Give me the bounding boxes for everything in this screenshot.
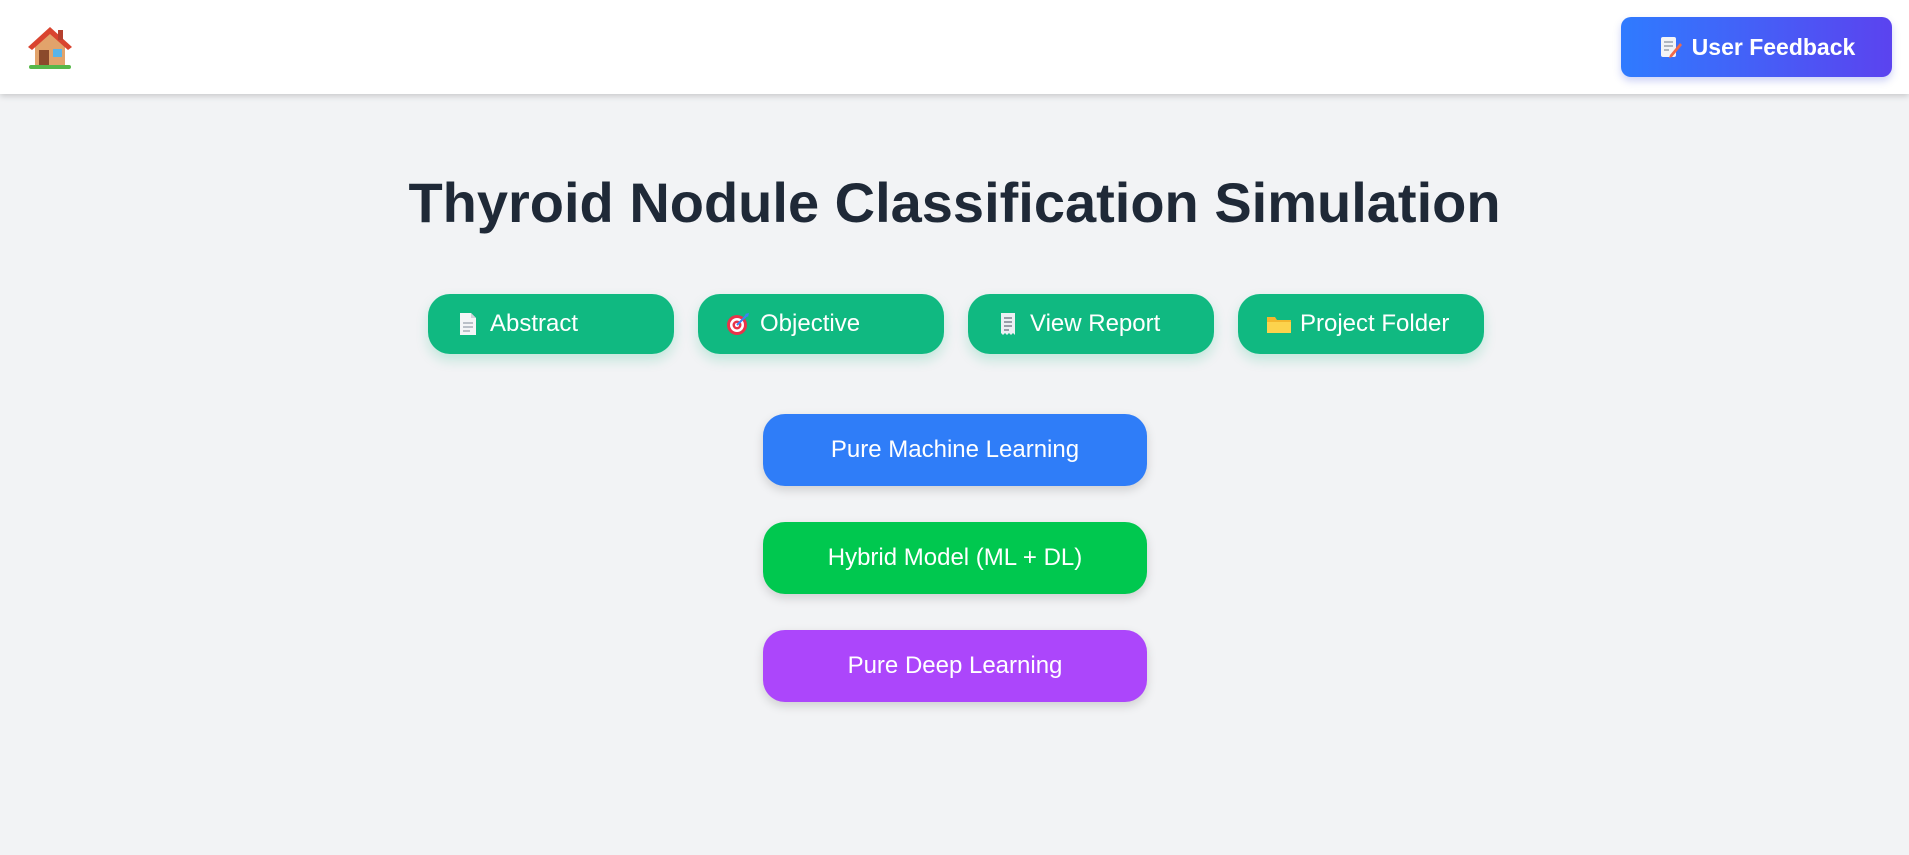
page-title: Thyroid Nodule Classification Simulation	[408, 171, 1501, 234]
house-icon[interactable]	[27, 24, 73, 70]
objective-label: Objective	[760, 310, 861, 337]
folder-icon	[1266, 312, 1291, 336]
nav-button-row: Abstract Objective View Report Project F…	[428, 294, 1484, 354]
receipt-icon	[996, 312, 1020, 336]
pure-deep-learning-button[interactable]: Pure Deep Learning	[763, 630, 1147, 702]
target-icon	[726, 312, 750, 336]
view-report-button[interactable]: View Report	[968, 294, 1214, 354]
user-feedback-button[interactable]: User Feedback	[1621, 17, 1892, 77]
document-icon	[456, 312, 480, 336]
project-folder-label: Project Folder	[1300, 310, 1450, 337]
objective-button[interactable]: Objective	[698, 294, 944, 354]
abstract-label: Abstract	[490, 310, 579, 337]
pure-machine-learning-button[interactable]: Pure Machine Learning	[763, 414, 1147, 486]
top-bar: User Feedback	[0, 0, 1909, 94]
abstract-button[interactable]: Abstract	[428, 294, 674, 354]
project-folder-button[interactable]: Project Folder	[1238, 294, 1484, 354]
memo-pencil-icon	[1658, 35, 1682, 59]
view-report-label: View Report	[1030, 310, 1161, 337]
hybrid-model-button[interactable]: Hybrid Model (ML + DL)	[763, 522, 1147, 594]
user-feedback-label: User Feedback	[1691, 33, 1856, 60]
